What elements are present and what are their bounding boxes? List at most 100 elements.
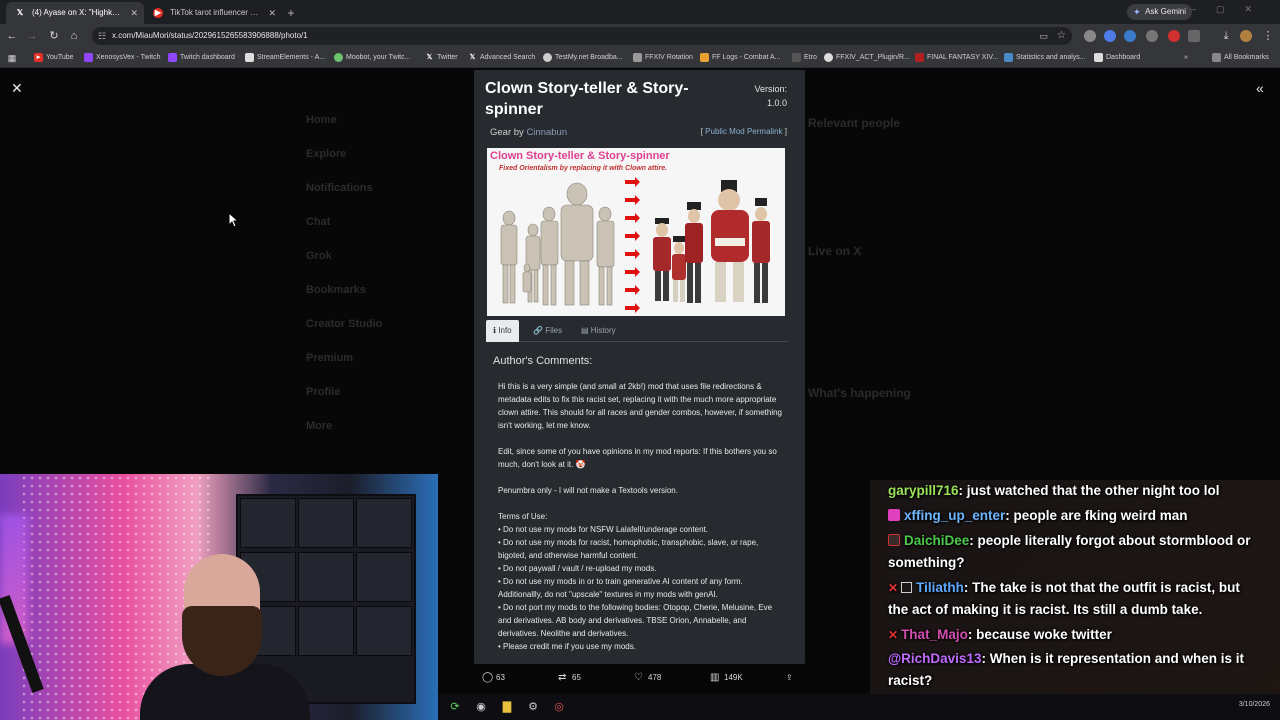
terms-item: • Do not use my mods for racist, homopho… (498, 538, 759, 560)
chat-message: xffing_up_enter: people are fking weird … (888, 505, 1258, 527)
tab-files[interactable]: 🔗 Files (526, 320, 569, 342)
bookmark-label: All Bookmarks (1224, 54, 1269, 61)
nav-chat[interactable]: Chat (306, 216, 330, 228)
nav-explore[interactable]: Explore (306, 148, 346, 160)
bookmark-github-act-plugin[interactable]: FFXIV_ACT_Plugin/R... (824, 48, 910, 68)
terms-item: • Do not use my mods in or to train gene… (498, 577, 743, 599)
omnibox[interactable]: ☷ x.com/MiauMori/status/2029615265583906… (92, 27, 1072, 45)
bookmark-testmy[interactable]: TestMy.net Broadba... (543, 48, 623, 68)
mod-version: Version: 1.0.0 (717, 82, 787, 110)
tab-x-post[interactable]: 𝕏 (4) Ayase on X: "Highkey, it get ✕ (6, 2, 144, 24)
extension-icon[interactable] (1124, 30, 1136, 42)
bookmark-twitch-xenosysvex[interactable]: XenosysVex - Twitch (84, 48, 160, 68)
x-logo-icon: 𝕏 (426, 54, 433, 61)
all-bookmarks-folder[interactable]: All Bookmarks (1212, 48, 1269, 68)
extension-icon[interactable] (1168, 30, 1180, 42)
reply-icon: ◯ (482, 672, 494, 683)
share-icon[interactable]: ⇪ (786, 668, 793, 688)
nav-grok[interactable]: Grok (306, 250, 332, 262)
extension-icon[interactable] (1146, 30, 1158, 42)
bookmark-statistics[interactable]: Statistics and analys... (1004, 48, 1086, 68)
cast-icon[interactable]: ▭ (1039, 27, 1048, 45)
bookmark-advanced-search[interactable]: 𝕏 Advanced Search (468, 48, 536, 68)
back-icon[interactable]: ← (4, 28, 20, 44)
link-icon: 🔗 (533, 326, 546, 335)
mod-tabs: ℹ Info 🔗 Files ▤ History (486, 320, 788, 342)
bookmark-twitter[interactable]: 𝕏 Twitter (425, 48, 458, 68)
settings-gear-icon[interactable]: ⚙ (526, 700, 540, 714)
close-tab-icon[interactable]: ✕ (268, 2, 276, 24)
bookmark-star-icon[interactable]: ☆ (1057, 27, 1066, 45)
streamer (140, 554, 310, 720)
bookmark-ffxiv-rotation[interactable]: FFXIV Rotation (633, 48, 693, 68)
more-bookmarks-chevron-icon[interactable]: » (1184, 48, 1188, 68)
window-controls[interactable]: –▢✕ (1191, 4, 1272, 15)
repost-button[interactable]: ⇄ 65 (558, 668, 581, 688)
bookmark-label: FF Logs - Combat A... (712, 54, 781, 61)
new-tab-button[interactable]: + (282, 2, 300, 24)
terms-of-use: Terms of Use: • Do not use my mods for N… (498, 510, 783, 653)
reply-button[interactable]: ◯ 63 (482, 668, 505, 688)
tab-history[interactable]: ▤ History (574, 320, 623, 342)
x-logo-icon: 𝕏 (16, 8, 24, 17)
bookmark-label: Dashboard (1106, 54, 1141, 61)
comment-paragraph: Hi this is a very simple (and small at 2… (498, 382, 782, 430)
nav-more[interactable]: More (306, 420, 332, 432)
collapse-replies-icon[interactable]: « (1256, 80, 1264, 96)
tab-tiktok-video[interactable]: ▶ TikTok tarot influencer must pa ✕ (144, 2, 282, 24)
bookmark-fflogs[interactable]: FF Logs - Combat A... (700, 48, 780, 68)
mod-page-screenshot[interactable]: Clown Story-teller & Story-spinner Versi… (474, 70, 805, 664)
apps-grid-icon[interactable]: ▦ (4, 50, 20, 66)
badge-icon (888, 534, 900, 546)
chat-message: DaichiDee: people literally forgot about… (888, 530, 1258, 574)
bookmark-dashboard[interactable]: Dashboard (1094, 48, 1140, 68)
streamer-webcam (0, 474, 438, 720)
app-icon[interactable]: ◎ (552, 700, 566, 714)
site-info-icon[interactable]: ☷ (98, 27, 106, 45)
globe-icon (543, 53, 552, 62)
browser-tab-strip: 𝕏 (4) Ayase on X: "Highkey, it get ✕ ▶ T… (0, 0, 1280, 24)
nav-profile[interactable]: Profile (306, 386, 340, 398)
permalink-link[interactable]: [ Public Mod Permalink ] (701, 127, 787, 136)
extension-icon[interactable] (1104, 30, 1116, 42)
heart-icon: ♡ (634, 672, 643, 683)
forward-icon[interactable]: → (24, 28, 40, 44)
ask-gemini-button[interactable]: ✦ Ask Gemini (1127, 4, 1192, 20)
reload-icon[interactable]: ↻ (46, 28, 62, 44)
download-icon[interactable]: ⤓ (1218, 28, 1234, 44)
bookmark-youtube[interactable]: ▸ YouTube (34, 48, 74, 68)
tab-info[interactable]: ℹ Info (486, 320, 519, 342)
like-button[interactable]: ♡ 478 (634, 668, 661, 688)
bookmark-label: Twitter (437, 54, 458, 61)
nav-bookmarks[interactable]: Bookmarks (306, 284, 366, 296)
bookmark-ffxiv[interactable]: FINAL FANTASY XIV... (915, 48, 998, 68)
extension-icon[interactable] (1084, 30, 1096, 42)
close-viewer-icon[interactable]: ✕ (11, 80, 23, 97)
bookmark-etro[interactable]: Etro (792, 48, 817, 68)
nav-notifications[interactable]: Notifications (306, 182, 373, 194)
etro-icon (792, 53, 801, 62)
nav-premium[interactable]: Premium (306, 352, 353, 364)
app-icon[interactable]: ◉ (474, 700, 488, 714)
nav-home[interactable]: Home (306, 114, 337, 126)
bookmark-streamelements[interactable]: StreamElements - A... (245, 48, 325, 68)
bookmark-moobot[interactable]: Moobot, your Twitc... (334, 48, 410, 68)
menu-icon[interactable]: ⋮ (1260, 28, 1276, 44)
bookmark-label: StreamElements - A... (257, 54, 326, 61)
app-icon[interactable]: ⟳ (448, 700, 462, 714)
file-explorer-icon[interactable]: ▇ (500, 700, 514, 714)
close-tab-icon[interactable]: ✕ (130, 2, 138, 24)
bookmark-label: FFXIV Rotation (645, 54, 693, 61)
history-icon: ▤ (581, 326, 591, 335)
bookmark-twitch-dashboard[interactable]: Twitch dashboard (168, 48, 235, 68)
fflogs-icon (700, 53, 709, 62)
views-button[interactable]: ▥ 149K (710, 668, 743, 688)
nav-creator-studio[interactable]: Creator Studio (306, 318, 382, 330)
url-text[interactable]: x.com/MiauMori/status/202961526558390688… (112, 27, 308, 45)
profile-icon[interactable] (1240, 30, 1252, 42)
home-icon[interactable]: ⌂ (66, 28, 82, 44)
author-link[interactable]: Cinnabun (526, 127, 567, 138)
whats-happening-heading: What's happening (808, 386, 911, 400)
extensions-puzzle-icon[interactable] (1188, 30, 1200, 42)
taskbar: ⟳ ◉ ▇ ⚙ ◎ 3/10/2026 (438, 694, 1280, 720)
